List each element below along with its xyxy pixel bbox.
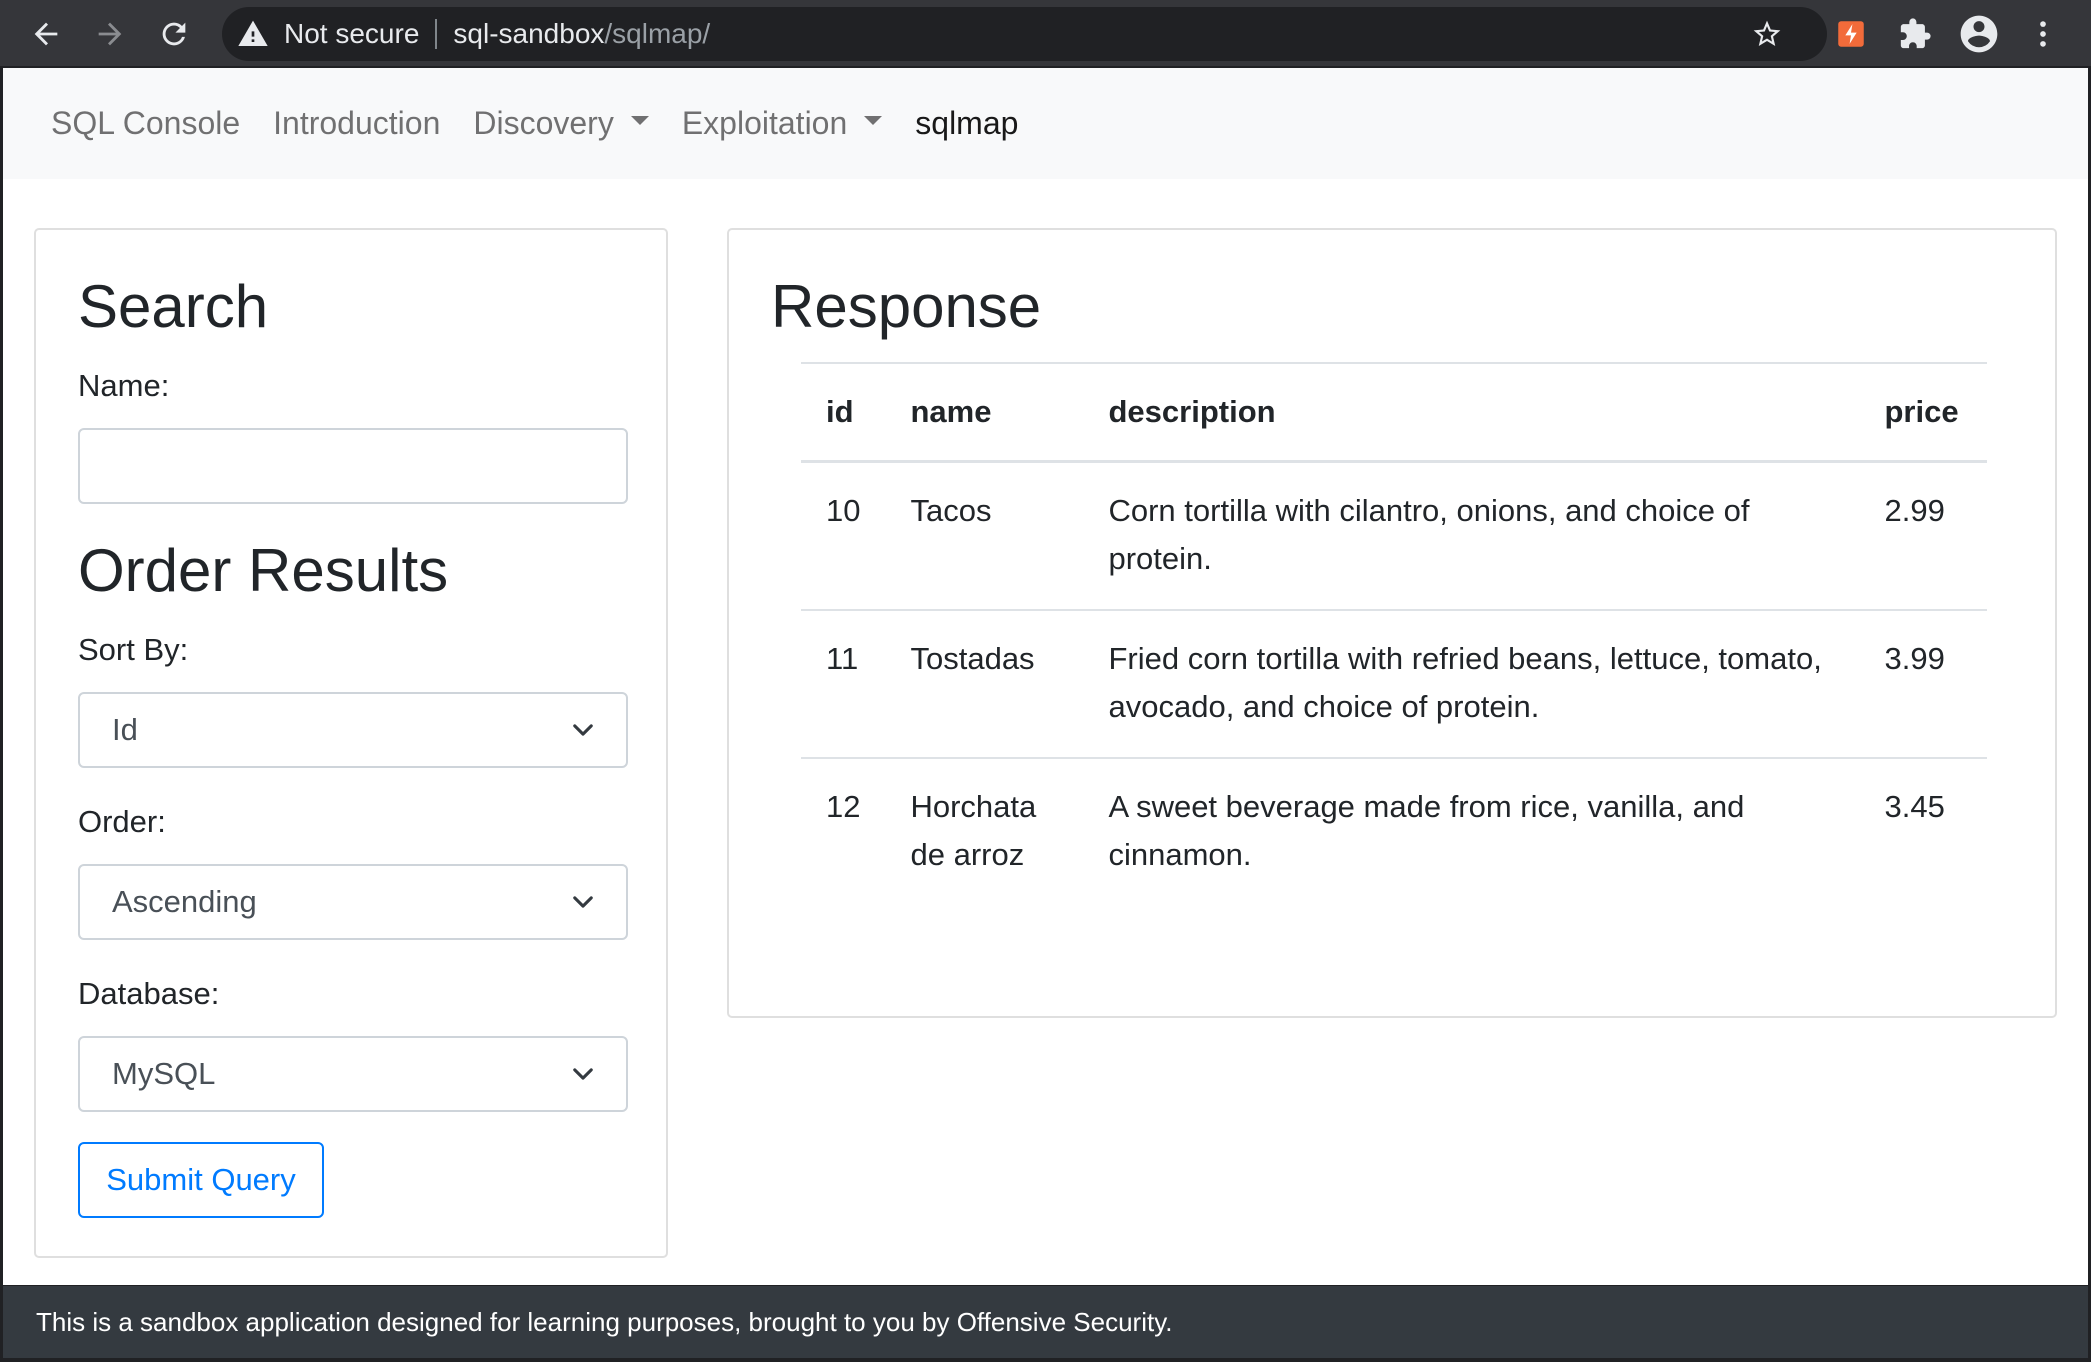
response-table: id name description price 10 Tacos Corn …: [801, 362, 1987, 905]
url-host: sql-sandbox: [453, 18, 605, 49]
nav-sqlmap[interactable]: sqlmap: [915, 105, 1018, 142]
profile-button[interactable]: [1957, 12, 2001, 56]
sort-by-value: Id: [112, 712, 138, 747]
caret-down-icon: [864, 116, 883, 125]
nav-introduction-label: Introduction: [273, 105, 441, 141]
cell-name: Horchata de arroz: [885, 756, 1084, 905]
cell-description: A sweet beverage made from rice, vanilla…: [1083, 756, 1860, 905]
column-header-price: price: [1859, 362, 1987, 463]
omnibox-divider: [435, 19, 438, 49]
security-label[interactable]: Not secure: [284, 18, 419, 50]
browser-menu-button[interactable]: [2021, 12, 2065, 56]
search-heading: Search: [78, 273, 269, 340]
database-label: Database:: [78, 976, 220, 1011]
nav-exploitation-label: Exploitation: [681, 105, 848, 141]
nav-exploitation-dropdown[interactable]: Exploitation: [681, 105, 883, 142]
back-icon: [34, 22, 58, 46]
column-header-id: id: [801, 362, 886, 463]
cell-name: Tacos: [910, 492, 992, 528]
nav-introduction[interactable]: Introduction: [273, 105, 440, 142]
nav-discovery-dropdown[interactable]: Discovery: [473, 105, 649, 142]
chevron-down-icon: [573, 896, 593, 908]
back-button[interactable]: [18, 6, 74, 62]
name-label: Name:: [78, 368, 170, 403]
reload-button[interactable]: [146, 6, 202, 62]
forward-button[interactable]: [82, 6, 138, 62]
submit-query-button[interactable]: Submit Query: [78, 1142, 324, 1218]
sort-by-label: Sort By:: [78, 632, 189, 667]
order-label: Order:: [78, 804, 166, 839]
browser-toolbar: Not secure sql-sandbox/sqlmap/: [0, 0, 2091, 67]
nav-discovery-label: Discovery: [473, 105, 614, 141]
cell-price: 2.99: [1884, 492, 1945, 528]
search-card: Search Name: Order Results Sort By: Id O…: [34, 228, 668, 1258]
reload-icon: [162, 22, 186, 46]
response-card: Response id name description price 10 Ta…: [727, 228, 2057, 1018]
nav-sql-console-label: SQL Console: [51, 105, 241, 141]
cell-description: Fried corn tortilla with refried beans, …: [1083, 608, 1860, 758]
cell-price: 3.99: [1859, 608, 1987, 758]
page-footer: This is a sandbox application designed f…: [3, 1286, 2088, 1358]
top-navbar: SQL Console Introduction Discovery Explo…: [3, 68, 2088, 179]
chevron-down-icon: [573, 724, 593, 736]
address-bar[interactable]: Not secure sql-sandbox/sqlmap/: [222, 7, 1827, 61]
caret-down-icon: [630, 116, 649, 125]
footer-text: This is a sandbox application designed f…: [36, 1306, 1173, 1337]
nav-sqlmap-label: sqlmap: [915, 105, 1019, 141]
bookmark-star-button[interactable]: [1745, 12, 1789, 56]
name-input[interactable]: [78, 428, 628, 504]
chevron-down-icon: [573, 1068, 593, 1080]
puzzle-icon: [1900, 18, 1931, 49]
column-header-name: name: [885, 362, 1084, 463]
cell-name: Tostadas: [885, 608, 1084, 758]
cell-id: 10: [826, 492, 861, 528]
page-viewport: SQL Console Introduction Discovery Explo…: [3, 68, 2088, 1285]
forward-icon: [98, 22, 122, 46]
cell-id: 11: [801, 608, 886, 758]
extension-icon: [1838, 21, 1864, 47]
warning-icon: [236, 17, 270, 51]
star-icon: [1753, 20, 1781, 46]
extensions-menu-button[interactable]: [1893, 12, 1937, 56]
extension-button[interactable]: [1829, 12, 1873, 56]
sort-by-select[interactable]: Id: [78, 692, 628, 768]
cell-description: Corn tortilla with cilantro, onions, and…: [1108, 492, 1750, 576]
table-row: 12 Horchata de arroz A sweet beverage ma…: [801, 756, 1987, 905]
database-select[interactable]: MySQL: [78, 1036, 628, 1112]
table-row: 10 Tacos Corn tortilla with cilantro, on…: [801, 461, 1987, 610]
table-header-row: id name description price: [801, 362, 1987, 463]
url-path: /sqlmap/: [604, 18, 711, 49]
database-value: MySQL: [112, 1056, 216, 1091]
column-header-description: description: [1083, 362, 1860, 463]
order-select[interactable]: Ascending: [78, 864, 628, 940]
order-value: Ascending: [112, 884, 257, 919]
cell-id: 12: [801, 756, 886, 905]
response-heading: Response: [771, 273, 1042, 340]
menu-icon: [2040, 21, 2046, 47]
nav-sql-console[interactable]: SQL Console: [51, 105, 240, 142]
order-results-heading: Order Results: [78, 537, 449, 604]
table-row: 11 Tostadas Fried corn tortilla with ref…: [801, 608, 1987, 758]
profile-icon: [1960, 15, 1998, 53]
cell-price: 3.45: [1859, 756, 1987, 905]
